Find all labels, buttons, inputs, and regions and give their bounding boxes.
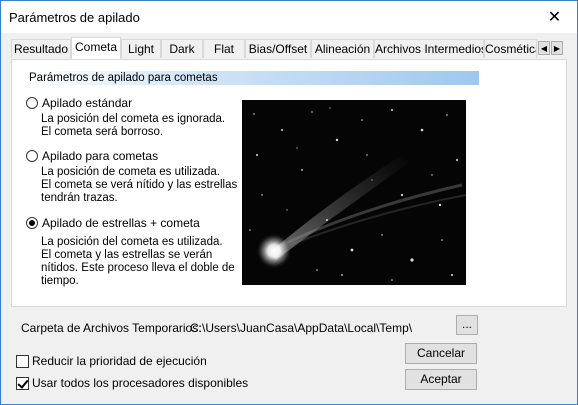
radio-label: Apilado estándar	[42, 96, 133, 110]
tab-resultado[interactable]: Resultado	[11, 39, 71, 58]
checkbox-use-all-processors[interactable]: Usar todos los procesadores disponibles	[16, 376, 248, 390]
browse-folder-button[interactable]: ...	[456, 315, 478, 335]
chevron-right-icon: ▶	[553, 44, 561, 53]
temp-folder-label: Carpeta de Archivos Temporarios:	[21, 321, 202, 335]
radio-label: Apilado para cometas	[42, 149, 159, 163]
tab-light[interactable]: Light	[121, 39, 161, 58]
accept-button[interactable]: Aceptar	[405, 369, 477, 390]
tab-cosmetica[interactable]: Cosmética	[484, 39, 537, 58]
radio-label: Apilado de estrellas + cometa	[42, 216, 200, 230]
checkbox-label: Reducir la prioridad de ejecución	[32, 354, 207, 368]
section-header: Parámetros de apilado para cometas	[26, 71, 479, 85]
tab-cometa[interactable]: Cometa	[71, 37, 121, 59]
temp-folder-path: C:\Users\JuanCasa\AppData\Local\Temp\	[190, 321, 413, 335]
option-description: La posición del cometa es ignorada. El c…	[41, 113, 226, 138]
close-button[interactable]: ✕	[532, 1, 577, 33]
comet-preview-image	[242, 100, 466, 285]
checkbox-checked[interactable]	[16, 376, 29, 390]
radio-button-selected[interactable]	[26, 217, 38, 229]
radio-stars-comet-stacking[interactable]: Apilado de estrellas + cometa	[26, 216, 200, 230]
tab-scroll-right-button[interactable]: ▶	[551, 41, 563, 55]
checkbox-reduce-priority[interactable]: Reducir la prioridad de ejecución	[16, 354, 207, 368]
tab-flat[interactable]: Flat	[203, 39, 245, 58]
tab-strip: Resultado Cometa Light Dark Flat Bias/Of…	[11, 37, 567, 59]
tab-bias-offset[interactable]: Bias/Offset	[245, 39, 311, 58]
cancel-button[interactable]: Cancelar	[405, 343, 477, 364]
radio-standard-stacking[interactable]: Apilado estándar	[26, 96, 132, 110]
option-description: La posición de cometa es utilizada. El c…	[41, 166, 238, 204]
checkbox[interactable]	[16, 354, 29, 368]
window-title: Parámetros de apilado	[9, 10, 140, 25]
option-description: La posición del cometa es utilizada. El …	[41, 236, 235, 287]
checkbox-label: Usar todos los procesadores disponibles	[32, 376, 249, 390]
comet-illustration	[249, 107, 466, 281]
tab-dark[interactable]: Dark	[161, 39, 203, 58]
radio-button[interactable]	[26, 97, 38, 109]
chevron-left-icon: ◀	[540, 44, 548, 53]
radio-button[interactable]	[26, 150, 38, 162]
dialog-window: Parámetros de apilado ✕ Resultado Cometa…	[0, 0, 578, 405]
title-bar: Parámetros de apilado ✕	[1, 1, 577, 33]
tab-alineacion[interactable]: Alineación	[311, 39, 374, 58]
tab-archivos-intermedios[interactable]: Archivos Intermedios	[374, 39, 484, 58]
radio-comet-stacking[interactable]: Apilado para cometas	[26, 149, 158, 163]
comet-tab-panel: Parámetros de apilado para cometas Apila…	[11, 59, 567, 307]
close-icon: ✕	[547, 9, 562, 26]
tab-scroll-left-button[interactable]: ◀	[538, 41, 550, 55]
